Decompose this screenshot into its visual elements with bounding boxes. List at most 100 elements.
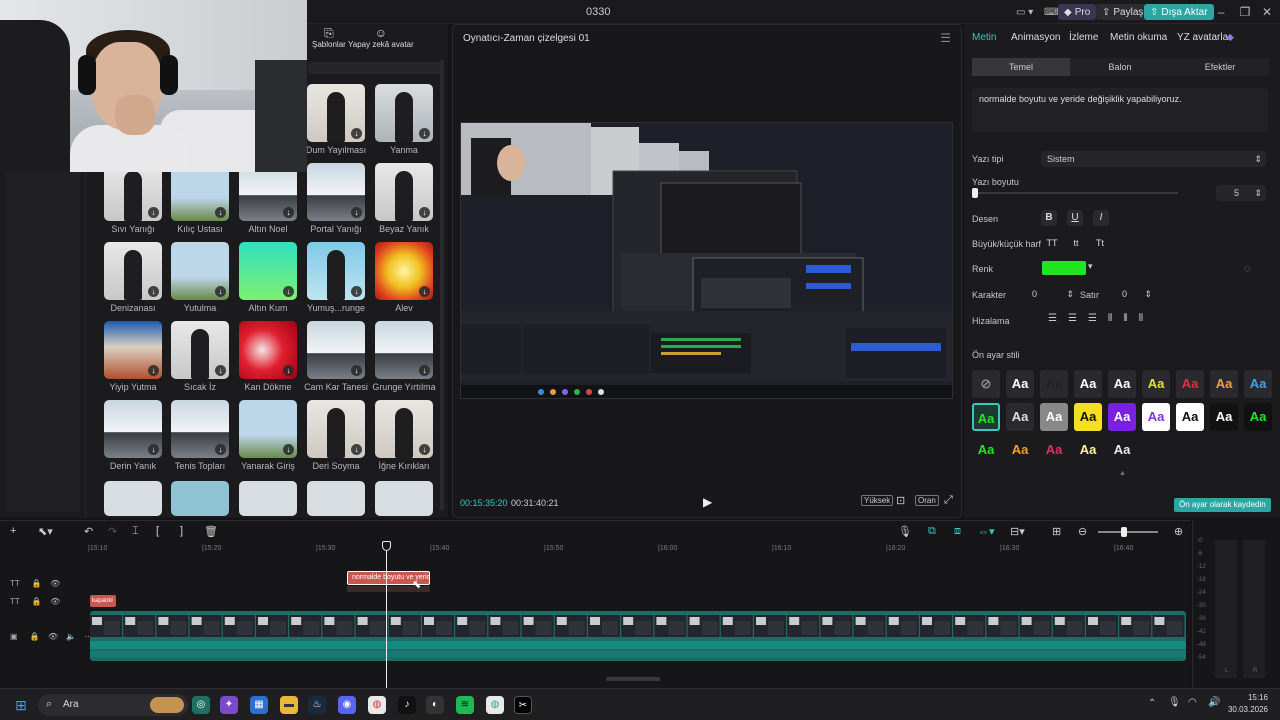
fullscreen-icon[interactable]: ⤢ [944, 494, 953, 507]
zoom-slider[interactable] [1098, 531, 1158, 533]
titlecase-button[interactable]: Tt [1092, 235, 1108, 251]
underline-button[interactable]: U [1067, 210, 1083, 226]
zoom-slider-handle[interactable] [1121, 527, 1127, 537]
text-preset[interactable]: Aa [1040, 370, 1068, 398]
tiktok-icon[interactable]: ♪ [398, 696, 416, 714]
download-icon[interactable]: ↓ [283, 365, 294, 376]
close-icon[interactable]: ✕ [1258, 4, 1276, 20]
taskbar-search[interactable]: ⌕ Ara [38, 694, 188, 716]
lowercase-button[interactable]: tt [1068, 235, 1084, 251]
chrome-alt-icon[interactable]: ◍ [486, 696, 504, 714]
effect-thumbnail[interactable]: ↓ [375, 84, 433, 142]
text-preset[interactable]: Aa [1040, 436, 1068, 464]
effect-thumbnail[interactable]: ↓ [239, 242, 297, 300]
lock-icon[interactable]: 🔒 [32, 579, 42, 588]
spotify-icon[interactable]: ≋ [456, 696, 474, 714]
effect-thumbnail[interactable] [104, 481, 162, 516]
playhead[interactable] [386, 543, 387, 689]
effect-thumbnail[interactable]: ↓ [104, 321, 162, 379]
effect-thumbnail[interactable] [239, 481, 297, 516]
download-icon[interactable]: ↓ [215, 286, 226, 297]
ratio-button[interactable]: Oran [915, 495, 939, 506]
bold-button[interactable]: B [1041, 210, 1057, 226]
lock-icon[interactable]: 🔒 [30, 632, 40, 641]
chevron-up-icon[interactable]: ⌃ [1148, 698, 1156, 709]
copilot-icon[interactable]: ◎ [192, 696, 210, 714]
eye-icon[interactable]: 👁 [50, 597, 60, 606]
subtab-basic[interactable]: Temel [972, 58, 1070, 76]
size-input[interactable]: 5 ⇕ [1216, 185, 1266, 201]
video-preview[interactable] [460, 122, 953, 399]
discord-icon[interactable]: ◉ [338, 696, 356, 714]
text-preset[interactable]: Aa [1176, 370, 1204, 398]
effect-thumbnail[interactable] [171, 481, 229, 516]
text-preset[interactable]: Aa [1006, 403, 1034, 431]
microphone-tray-icon[interactable]: 🎙 [1168, 697, 1181, 708]
speaker-icon[interactable]: 🔊 [1208, 697, 1220, 708]
windows-start-icon[interactable]: ⊞ [12, 696, 30, 714]
download-icon[interactable]: ↓ [419, 207, 430, 218]
timeline-scrollbar[interactable] [606, 677, 660, 681]
download-icon[interactable]: ↓ [351, 207, 362, 218]
export-button[interactable]: ⇧ Dışa Aktar [1144, 4, 1214, 20]
clock-time[interactable]: 15:16 [1232, 693, 1268, 702]
effect-thumbnail[interactable]: ↓ [307, 400, 365, 458]
steam-icon[interactable]: ♨ [308, 696, 326, 714]
text-preset[interactable]: Aa [1108, 370, 1136, 398]
download-icon[interactable]: ↓ [148, 365, 159, 376]
effect-thumbnail[interactable]: ↓ [307, 84, 365, 142]
effect-thumbnail[interactable] [375, 481, 433, 516]
effect-thumbnail[interactable]: ↓ [171, 400, 229, 458]
download-icon[interactable]: ↓ [215, 365, 226, 376]
size-slider[interactable] [972, 192, 1178, 194]
minimize-icon[interactable]: – [1212, 4, 1230, 20]
snap-icon[interactable]: ⧈ [954, 525, 961, 538]
text-preset[interactable]: Aa [1074, 403, 1102, 431]
preview-axis-icon[interactable]: ⊟▾ [1010, 525, 1025, 538]
color-swatch[interactable] [1042, 261, 1086, 275]
tab-animation[interactable]: Animasyon [1011, 32, 1060, 43]
microphone-icon[interactable]: 🎙 [898, 525, 912, 538]
text-preset[interactable]: Aa [1006, 436, 1034, 464]
play-icon[interactable]: ▶ [703, 495, 712, 509]
folder-icon[interactable]: ▬ [280, 696, 298, 714]
no-style-icon[interactable]: ⊘ [972, 370, 1000, 398]
download-icon[interactable]: ↓ [351, 128, 362, 139]
redo-icon[interactable]: ↷ [108, 525, 117, 538]
maximize-icon[interactable]: ❐ [1236, 4, 1254, 20]
download-icon[interactable]: ↓ [351, 444, 362, 455]
effect-thumbnail[interactable]: ↓ [375, 163, 433, 221]
zoom-in-icon[interactable]: ⊕ [1174, 525, 1183, 538]
effect-thumbnail[interactable]: ↓ [307, 321, 365, 379]
effect-thumbnail[interactable]: ↓ [375, 400, 433, 458]
tab-tracking[interactable]: İzleme [1069, 32, 1098, 43]
save-preset-button[interactable]: Ön ayar olarak kaydedin [1174, 498, 1271, 512]
effect-thumbnail[interactable]: ↓ [375, 321, 433, 379]
download-icon[interactable]: ↓ [419, 365, 430, 376]
download-icon[interactable]: ↓ [283, 207, 294, 218]
italic-button[interactable]: I [1093, 210, 1109, 226]
layout-icon[interactable]: ▭ ▾ [1010, 4, 1039, 20]
text-clip-small[interactable]: kapatıkl [90, 595, 116, 607]
download-icon[interactable]: ↓ [148, 444, 159, 455]
eye-icon[interactable]: 👁 [50, 579, 60, 588]
zoom-out-icon[interactable]: ⊖ [1078, 525, 1087, 538]
effect-thumbnail[interactable]: ↓ [239, 321, 297, 379]
subtab-bubble[interactable]: Balon [1070, 58, 1170, 76]
download-icon[interactable]: ↓ [351, 365, 362, 376]
keyframe-icon[interactable]: ◇ [1244, 263, 1251, 274]
pro-button[interactable]: ◆ Pro [1058, 4, 1097, 20]
effect-thumbnail[interactable]: ↓ [239, 400, 297, 458]
chrome-icon[interactable]: ◍ [368, 696, 386, 714]
playhead-handle[interactable] [382, 541, 391, 551]
video-clip[interactable] [90, 611, 1186, 661]
uppercase-button[interactable]: TT [1044, 235, 1060, 251]
obs-icon[interactable]: ◐ [426, 696, 444, 714]
char-spacing-input[interactable]: 0 ⇕ [1028, 286, 1078, 302]
tab-text[interactable]: Metin [972, 32, 996, 43]
text-preset[interactable]: Aa [1244, 403, 1272, 431]
text-preset[interactable]: Aa [972, 436, 1000, 464]
split-icon[interactable]: ⌶ [132, 525, 139, 538]
clock-date[interactable]: 30.03.2026 [1224, 705, 1268, 714]
align-buttons[interactable]: ☰☰☰⦀⦀⦀ [1048, 313, 1154, 324]
